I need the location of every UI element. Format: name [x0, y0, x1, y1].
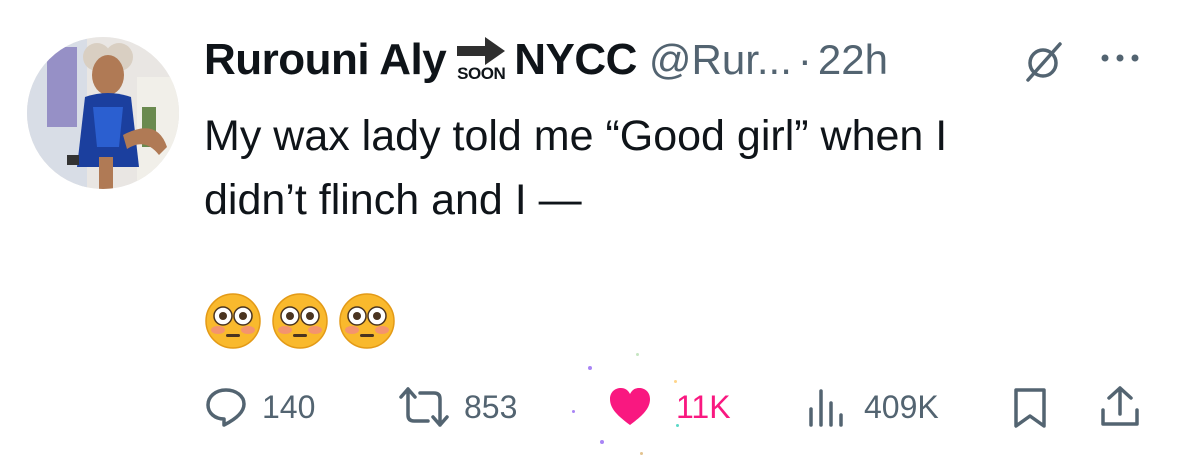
reply-count: 140 [262, 388, 316, 425]
timestamp[interactable]: 22h [818, 36, 888, 84]
tweet-text-line-1: My wax lady told me “Good girl” when I [204, 112, 948, 160]
user-handle[interactable]: @Rur... [649, 36, 792, 84]
sparkle-particle [572, 410, 575, 413]
soon-arrow-badge: SOON [449, 34, 513, 86]
grok-icon[interactable] [1022, 40, 1066, 84]
sparkle-particle [676, 424, 679, 427]
repost-icon [399, 387, 449, 427]
bookmark-icon[interactable] [1012, 386, 1048, 430]
views-button[interactable]: 409K [806, 382, 939, 432]
sparkle-particle [640, 452, 643, 455]
flushed-face-icon [205, 293, 261, 349]
reply-button[interactable]: 140 [204, 382, 315, 432]
soon-label: SOON [457, 64, 506, 83]
tweet-text: My wax lady told me “Good girl” when I d… [204, 104, 1134, 232]
sparkle-particle [674, 380, 677, 383]
repost-button[interactable]: 853 [398, 382, 517, 432]
flushed-face-icon [339, 293, 395, 349]
emoji-row [204, 292, 396, 350]
share-icon[interactable] [1098, 384, 1142, 428]
flushed-face-icon [272, 293, 328, 349]
repost-count: 853 [464, 388, 518, 425]
like-count: 11K [676, 388, 731, 425]
tweet-text-line-2: didn’t flinch and I — [204, 176, 582, 224]
avatar[interactable] [27, 37, 179, 189]
display-name-suffix[interactable]: NYCC [514, 35, 637, 85]
tweet-header: Rurouni Aly SOON NYCC @Rur... · 22h [204, 30, 888, 90]
more-options-icon[interactable] [1099, 50, 1143, 66]
avatar-photo [27, 37, 179, 189]
sparkle-particle [636, 353, 639, 356]
display-name[interactable]: Rurouni Aly [204, 35, 447, 85]
like-button[interactable]: 11K [608, 382, 731, 432]
view-count: 409K [864, 388, 939, 425]
sparkle-particle [600, 440, 604, 444]
sparkle-particle [588, 366, 592, 370]
separator-dot: · [797, 36, 812, 83]
analytics-icon [809, 389, 843, 427]
reply-icon [206, 388, 246, 427]
arrow-right-icon [457, 37, 506, 65]
heart-filled-icon [610, 388, 650, 425]
